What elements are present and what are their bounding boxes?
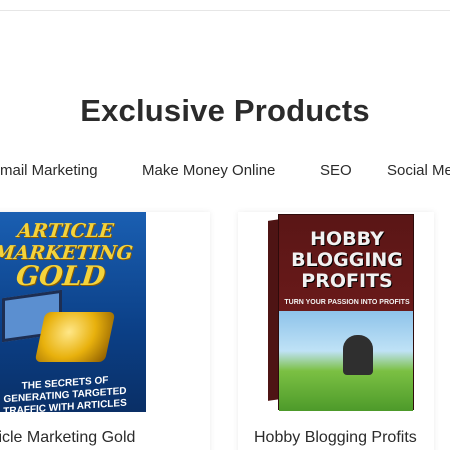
cover-title-line1: ARTICLE MARKETING — [0, 220, 134, 264]
cover-title-line2: GOLD — [14, 261, 107, 292]
category-tabs: Email Marketing Make Money Online SEO So… — [0, 162, 450, 186]
header-divider — [0, 10, 450, 11]
person-illustration — [343, 335, 373, 375]
tab-seo[interactable]: SEO — [320, 162, 352, 179]
product-image-article-marketing-gold[interactable]: ARTICLE MARKETING GOLD THE SECRETS OF GE… — [0, 212, 146, 412]
product-card-article-marketing-gold[interactable]: ARTICLE MARKETING GOLD THE SECRETS OF GE… — [0, 212, 210, 450]
product-title-link[interactable]: Article Marketing Gold — [0, 429, 135, 447]
tab-social-media[interactable]: Social Media — [387, 162, 450, 179]
cover-title: HOBBY BLOGGING PROFITS — [291, 228, 403, 292]
cover-tagline: THE SECRETS OF GENERATING TARGETED TRAFF… — [3, 374, 127, 412]
product-image-hobby-blogging-profits[interactable]: HOBBY BLOGGING PROFITS TURN YOUR PASSION… — [268, 214, 414, 412]
product-title-link[interactable]: Hobby Blogging Profits — [254, 429, 417, 447]
gold-bars-illustration — [34, 312, 116, 362]
tab-email-marketing[interactable]: Email Marketing — [0, 162, 98, 179]
products-page: Exclusive Products Email Marketing Make … — [0, 0, 450, 450]
book-cover: HOBBY BLOGGING PROFITS TURN YOUR PASSION… — [278, 214, 414, 411]
cover-scene — [279, 311, 413, 411]
tab-make-money-online[interactable]: Make Money Online — [142, 162, 275, 179]
product-card-hobby-blogging-profits[interactable]: HOBBY BLOGGING PROFITS TURN YOUR PASSION… — [238, 212, 434, 450]
section-title: Exclusive Products — [80, 93, 370, 128]
cover-title: ARTICLE MARKETING GOLD — [0, 220, 146, 292]
cover-subtitle: TURN YOUR PASSION INTO PROFITS — [284, 299, 410, 306]
